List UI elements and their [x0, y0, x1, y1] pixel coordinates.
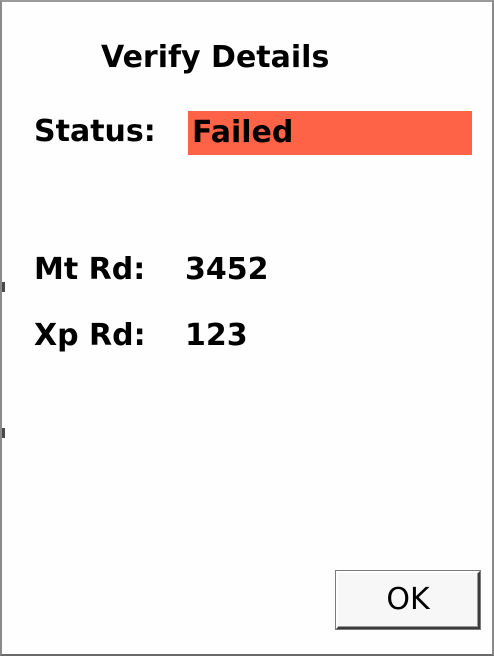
- xp-rd-label: Xp Rd:: [34, 318, 146, 353]
- status-label: Status:: [34, 114, 156, 149]
- xp-rd-value: 123: [185, 318, 248, 353]
- frame-edge-marker: [2, 282, 5, 292]
- frame-edge-marker: [2, 428, 5, 438]
- status-value-badge: Failed: [188, 111, 472, 155]
- dialog-title: Verify Details: [101, 40, 330, 75]
- verify-details-dialog: Verify Details Status: Failed Mt Rd: 345…: [0, 0, 494, 656]
- mt-rd-value: 3452: [185, 252, 269, 287]
- mt-rd-label: Mt Rd:: [34, 252, 146, 287]
- ok-button[interactable]: OK: [336, 571, 480, 629]
